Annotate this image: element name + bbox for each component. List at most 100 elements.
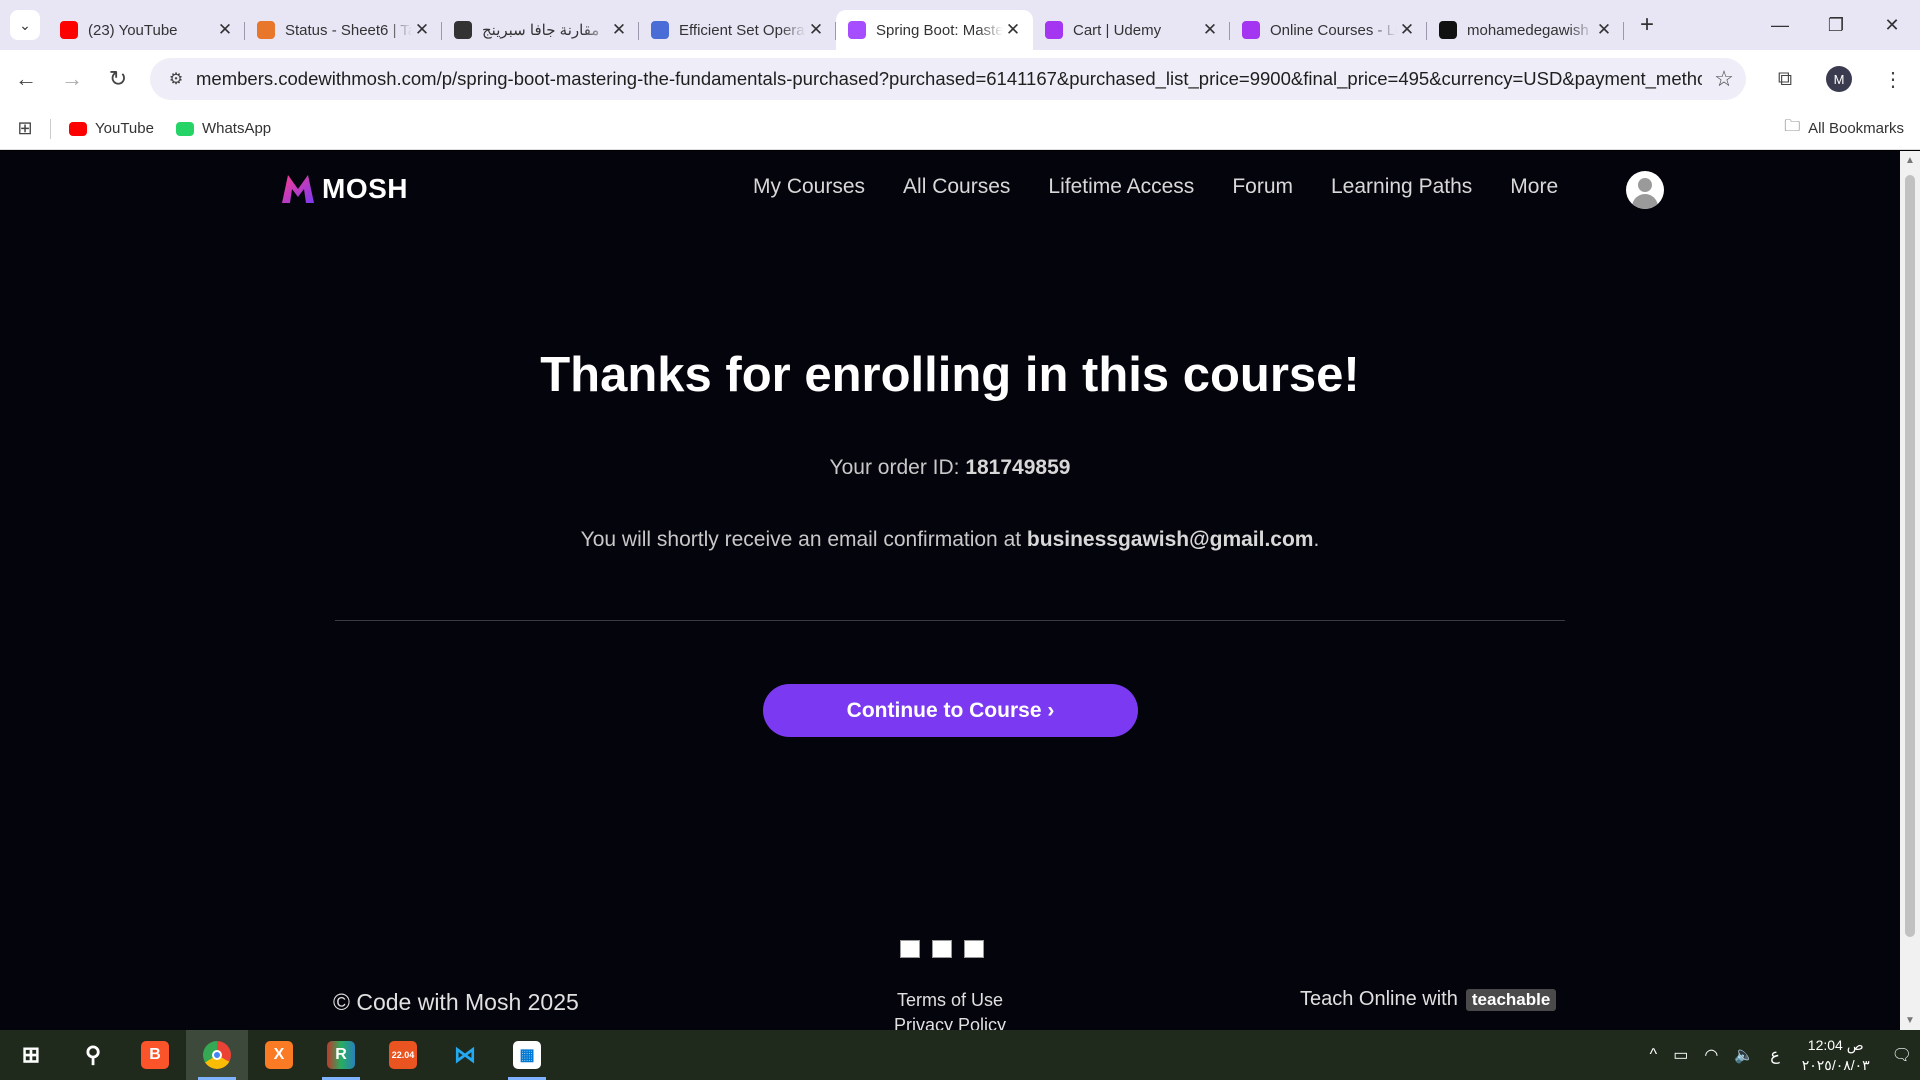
extensions-icon[interactable]: ⧉ [1758,68,1812,91]
tab-title: Cart | Udemy [1073,21,1162,39]
forward-icon[interactable]: → [52,59,92,99]
restore-icon[interactable]: ❐ [1808,0,1864,50]
tab-close-icon[interactable]: ✕ [609,20,629,40]
broken-image-icon[interactable] [932,940,952,958]
bookmark-item[interactable]: WhatsApp [175,120,271,137]
store-icon[interactable]: ▦ [496,1030,558,1080]
back-icon[interactable]: ← [6,59,46,99]
bookmarks-bar: ⊞ YouTube WhatsApp 🗀 All Bookmarks [0,108,1920,150]
browser-tab[interactable]: Spring Boot: Mastering✕ [836,10,1033,50]
ubuntu-icon[interactable]: 22.04 [372,1030,434,1080]
tab-close-icon[interactable]: ✕ [1200,20,1220,40]
tab-close-icon[interactable]: ✕ [1397,20,1417,40]
broken-image-icon[interactable] [964,940,984,958]
window-controls: — ❐ ✕ [1752,0,1920,50]
nav-link[interactable]: All Courses [903,175,1010,199]
chrome-icon[interactable] [186,1030,248,1080]
email-label: You will shortly receive an email confir… [580,528,1027,551]
page-title: Thanks for enrolling in this course! [540,348,1360,402]
profile-avatar[interactable]: M [1826,66,1852,92]
all-bookmarks-label: All Bookmarks [1808,120,1904,137]
bookmark-star-icon[interactable]: ☆ [1702,66,1746,92]
udemy-icon [1242,21,1260,39]
reload-icon[interactable]: ↻ [98,59,138,99]
browser-tab[interactable]: mohamedegawish ✕ [1427,10,1624,50]
folder-icon: 🗀 [1784,118,1801,135]
browser-tab[interactable]: Efficient Set Operations✕ [639,10,836,50]
terms-link[interactable]: Terms of Use [0,988,1900,1013]
browser-tab[interactable]: (23) YouTube ✕ [48,10,245,50]
chevron-up-icon[interactable]: ^ [1650,1046,1658,1064]
browser-tab[interactable]: Cart | Udemy ✕ [1033,10,1230,50]
tab-close-icon[interactable]: ✕ [412,20,432,40]
nav-link[interactable]: Learning Paths [1331,175,1472,199]
close-window-icon[interactable]: ✕ [1864,0,1920,50]
browser-tab[interactable]: Online Courses - Learn✕ [1230,10,1427,50]
apps-grid-icon[interactable]: ⊞ [0,118,50,139]
nav-link[interactable]: My Courses [753,175,865,199]
tab-close-icon[interactable]: ✕ [1003,20,1023,40]
tab-title: Efficient Set Operations [679,21,806,39]
github-icon [1439,21,1457,39]
email-value: businessgawish@gmail.com [1026,528,1314,551]
tab-close-icon[interactable]: ✕ [1594,20,1614,40]
tab-title: Online Courses - Learn [1270,21,1397,39]
clock-date: ٢٠٢٥/٠٨/٠٣ [1801,1057,1870,1073]
tab-title: مقارنة جافا سبرينج [482,22,600,39]
system-clock[interactable]: 12:04 ص ٢٠٢٥/٠٨/٠٣ [1802,1035,1870,1075]
system-tray: ^ ▭ ◠ 🔈 ع 12:04 ص ٢٠٢٥/٠٨/٠٣ 🗨 [1642,1030,1920,1080]
footer-links: Terms of Use Privacy Policy [0,988,1900,1030]
order-id-line: Your order ID: 181749859 [0,456,1900,480]
volume-icon[interactable]: 🔈 [1734,1045,1754,1065]
nav-link[interactable]: Lifetime Access [1048,175,1194,199]
all-bookmarks-button[interactable]: 🗀 All Bookmarks [1784,115,1904,142]
nav-link[interactable]: More [1510,175,1558,199]
page-scrollbar[interactable]: ▲ ▼ [1900,151,1920,1030]
page-content: MOSH My Courses All Courses Lifetime Acces… [0,151,1900,1030]
teach-online-link[interactable]: Teach Online with teachable [1300,988,1557,1011]
continue-to-course-button[interactable]: Continue to Course › [763,684,1138,737]
site-settings-icon[interactable]: ⚙ [156,69,196,89]
search-icon[interactable]: ⚲ [62,1030,124,1080]
address-bar[interactable]: ⚙ members.codewithmosh.com/p/spring-boot… [150,58,1746,100]
nav-link[interactable]: Forum [1232,175,1293,199]
new-tab-button[interactable]: + [1632,11,1662,39]
tab-close-icon[interactable]: ✕ [806,20,826,40]
vscode-icon[interactable]: ⋈ [434,1030,496,1080]
minimize-icon[interactable]: — [1752,0,1808,50]
notifications-icon[interactable]: 🗨 [1892,1045,1912,1065]
efficient-icon [651,21,669,39]
tab-title: Status - Sheet6 | Tableau [285,21,412,39]
clock-time: 12:04 ص [1807,1037,1864,1053]
footer-social-icons [900,940,996,958]
tab-search-icon[interactable]: ⌄ [10,10,40,40]
email-suffix: . [1313,528,1320,551]
user-avatar[interactable] [1626,171,1664,209]
mosh-logo-mark [282,175,314,203]
logo-text: MOSH [322,173,408,204]
browser-tab[interactable]: مقارنة جافا سبرينج ✕ [442,10,639,50]
tab-close-icon[interactable]: ✕ [215,20,235,40]
browser-tab[interactable]: Status - Sheet6 | Tableau✕ [245,10,442,50]
mosh-logo[interactable]: MOSH [280,173,408,205]
input-language[interactable]: ع [1770,1045,1780,1065]
broken-image-icon[interactable] [900,940,920,958]
scroll-down-icon[interactable]: ▼ [1900,1015,1920,1026]
winrar-icon[interactable]: R [310,1030,372,1080]
chatgpt-icon [454,21,472,39]
battery-icon[interactable]: ▭ [1673,1045,1688,1065]
scroll-up-icon[interactable]: ▲ [1900,155,1920,166]
privacy-link[interactable]: Privacy Policy [0,1013,1900,1030]
browser-tab-bar: ⌄ (23) YouTube✕Status - Sheet6 | Tableau… [0,0,1920,50]
url-text[interactable]: members.codewithmosh.com/p/spring-boot-m… [196,68,1702,90]
email-confirmation-line: You will shortly receive an email confir… [0,528,1900,552]
bookmark-item[interactable]: YouTube [69,120,154,137]
browser-menu-icon[interactable]: ⋮ [1866,67,1920,92]
brave-icon[interactable]: B [124,1030,186,1080]
start-icon[interactable]: ⊞ [0,1030,62,1080]
wifi-icon[interactable]: ◠ [1704,1045,1718,1065]
xampp-icon[interactable]: X [248,1030,310,1080]
scroll-thumb[interactable] [1905,175,1915,937]
udemy-icon [1045,21,1063,39]
tab-title: (23) YouTube [88,21,178,39]
